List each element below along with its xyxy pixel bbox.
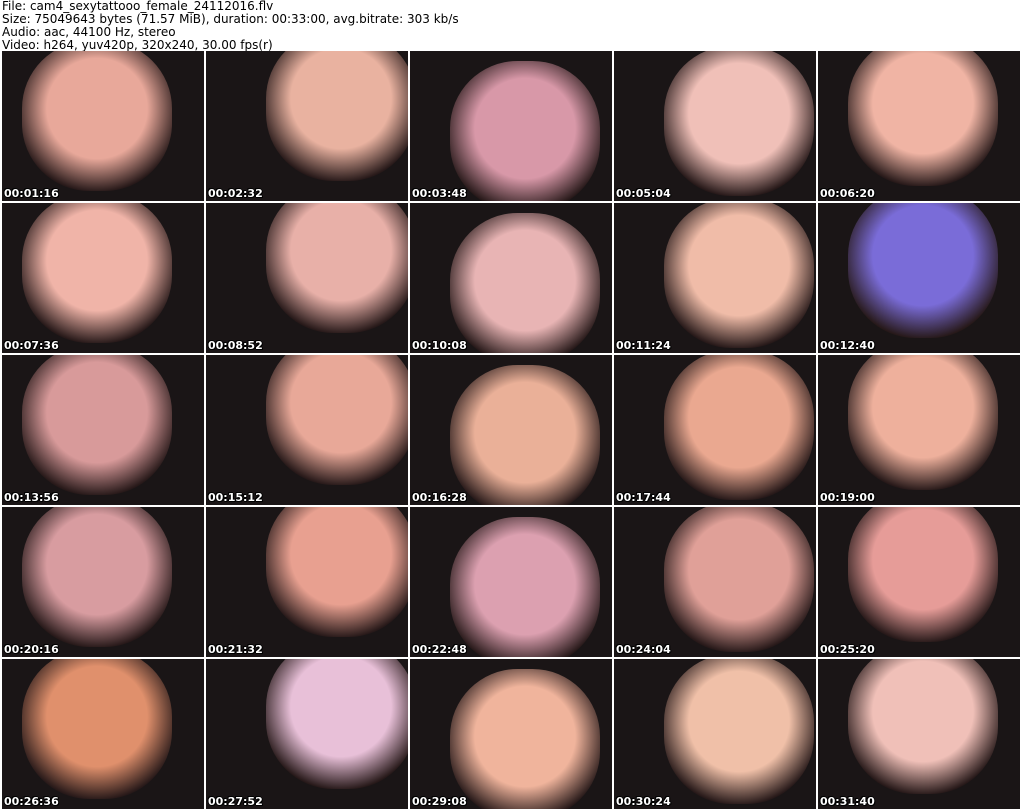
thumbnail-image [22, 355, 172, 495]
thumbnail-timestamp: 00:06:20 [820, 187, 875, 200]
thumbnail-timestamp: 00:07:36 [4, 339, 59, 352]
thumbnail-image [664, 507, 814, 652]
thumbnail-image [266, 51, 408, 181]
thumbnail-timestamp: 00:31:40 [820, 795, 875, 808]
thumbnail-image [22, 507, 172, 647]
thumbnail-image [22, 659, 172, 799]
thumbnail-image [848, 203, 998, 338]
video-thumbnail[interactable]: 00:10:08 [410, 203, 612, 353]
thumbnail-timestamp: 00:08:52 [208, 339, 263, 352]
video-thumbnail[interactable]: 00:07:36 [2, 203, 204, 353]
thumbnail-grid: 00:01:16 00:02:32 00:03:48 00:05:04 00:06:20… [2, 51, 1020, 809]
thumbnail-image [664, 51, 814, 196]
video-thumbnail[interactable]: 00:27:52 [206, 659, 408, 809]
video-thumbnail[interactable]: 00:22:48 [410, 507, 612, 657]
thumbnail-timestamp: 00:11:24 [616, 339, 671, 352]
video-thumbnail[interactable]: 00:01:16 [2, 51, 204, 201]
video-thumbnail[interactable]: 00:16:28 [410, 355, 612, 505]
thumbnail-timestamp: 00:25:20 [820, 643, 875, 656]
thumbnail-image [848, 659, 998, 794]
thumbnail-image [266, 659, 408, 789]
video-thumbnail[interactable]: 00:20:16 [2, 507, 204, 657]
video-thumbnail[interactable]: 00:12:40 [818, 203, 1020, 353]
thumbnail-image [266, 507, 408, 637]
thumbnail-timestamp: 00:12:40 [820, 339, 875, 352]
thumbnail-timestamp: 00:03:48 [412, 187, 467, 200]
thumbnail-timestamp: 00:13:56 [4, 491, 59, 504]
video-thumbnail[interactable]: 00:19:00 [818, 355, 1020, 505]
thumbnail-image [848, 51, 998, 186]
video-thumbnail[interactable]: 00:15:12 [206, 355, 408, 505]
thumbnail-image [664, 355, 814, 500]
thumbnail-timestamp: 00:15:12 [208, 491, 263, 504]
thumbnail-image [22, 203, 172, 343]
thumbnail-timestamp: 00:24:04 [616, 643, 671, 656]
thumbnail-image [450, 517, 600, 657]
video-thumbnail[interactable]: 00:30:24 [614, 659, 816, 809]
video-thumbnail[interactable]: 00:24:04 [614, 507, 816, 657]
thumbnail-timestamp: 00:17:44 [616, 491, 671, 504]
thumbnail-timestamp: 00:19:00 [820, 491, 875, 504]
thumbnail-image [450, 61, 600, 201]
video-thumbnail[interactable]: 00:25:20 [818, 507, 1020, 657]
thumbnail-timestamp: 00:22:48 [412, 643, 467, 656]
thumbnail-image [22, 51, 172, 191]
thumbnail-timestamp: 00:30:24 [616, 795, 671, 808]
thumbnail-image [450, 669, 600, 809]
thumbnail-image [848, 355, 998, 490]
thumbnail-timestamp: 00:01:16 [4, 187, 59, 200]
video-thumbnail[interactable]: 00:05:04 [614, 51, 816, 201]
video-thumbnail[interactable]: 00:17:44 [614, 355, 816, 505]
thumbnail-image [266, 355, 408, 485]
video-thumbnail[interactable]: 00:26:36 [2, 659, 204, 809]
thumbnail-image [450, 365, 600, 505]
thumbnail-image [848, 507, 998, 642]
thumbnail-timestamp: 00:02:32 [208, 187, 263, 200]
thumbnail-image [664, 203, 814, 348]
video-thumbnail[interactable]: 00:29:08 [410, 659, 612, 809]
video-thumbnail[interactable]: 00:08:52 [206, 203, 408, 353]
thumbnail-image [266, 203, 408, 333]
thumbnail-image [450, 213, 600, 353]
video-thumbnail[interactable]: 00:11:24 [614, 203, 816, 353]
video-thumbnail[interactable]: 00:31:40 [818, 659, 1020, 809]
video-thumbnail[interactable]: 00:13:56 [2, 355, 204, 505]
thumbnail-timestamp: 00:20:16 [4, 643, 59, 656]
video-thumbnail[interactable]: 00:21:32 [206, 507, 408, 657]
video-thumbnail[interactable]: 00:06:20 [818, 51, 1020, 201]
video-thumbnail[interactable]: 00:03:48 [410, 51, 612, 201]
thumbnail-timestamp: 00:16:28 [412, 491, 467, 504]
thumbnail-timestamp: 00:21:32 [208, 643, 263, 656]
video-thumbnail[interactable]: 00:02:32 [206, 51, 408, 201]
thumbnail-timestamp: 00:10:08 [412, 339, 467, 352]
thumbnail-timestamp: 00:05:04 [616, 187, 671, 200]
thumbnail-image [664, 659, 814, 804]
file-info-header: File: cam4_sexytattooo_female_24112016.f… [2, 0, 459, 52]
thumbnail-timestamp: 00:29:08 [412, 795, 467, 808]
thumbnail-timestamp: 00:27:52 [208, 795, 263, 808]
thumbnail-timestamp: 00:26:36 [4, 795, 59, 808]
